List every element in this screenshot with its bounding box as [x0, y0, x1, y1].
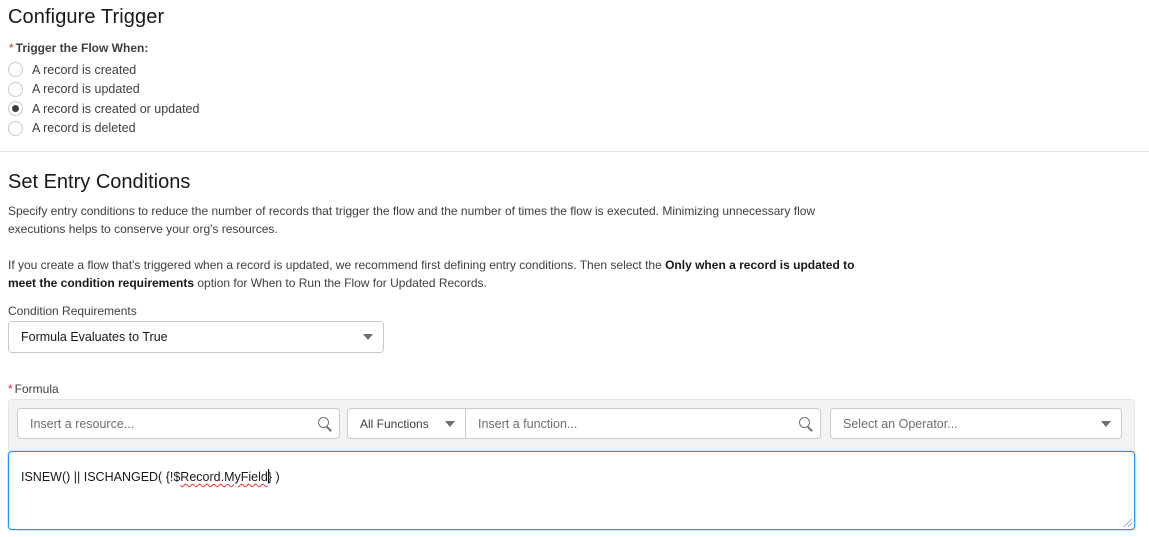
required-marker: *: [8, 382, 13, 396]
recommendation-text-end: option for When to Run the Flow for Upda…: [194, 276, 487, 290]
recommendation-text: If you create a flow that's triggered wh…: [8, 258, 666, 272]
radio-label: A record is deleted: [32, 121, 136, 136]
radio-button[interactable]: [8, 120, 23, 136]
trigger-radio-group: A record is created A record is updated …: [8, 60, 199, 138]
operator-select[interactable]: Select an Operator...: [830, 408, 1122, 439]
configure-trigger-heading: Configure Trigger: [8, 6, 165, 28]
radio-button[interactable]: [8, 62, 23, 78]
formula-textarea[interactable]: ISNEW() || ISCHANGED( {!$Record.MyField}…: [8, 451, 1135, 530]
function-category-value: All Functions: [360, 416, 429, 431]
insert-function-input[interactable]: Insert a function...: [466, 409, 820, 438]
formula-label-text: Formula: [14, 382, 59, 396]
required-marker: *: [9, 41, 14, 55]
insert-function-placeholder: Insert a function...: [478, 416, 578, 431]
section-divider: [0, 151, 1149, 152]
search-icon[interactable]: [798, 416, 814, 432]
radio-option-created[interactable]: A record is created: [8, 60, 199, 80]
entry-conditions-recommendation: If you create a flow that's triggered wh…: [8, 256, 868, 292]
radio-label: A record is updated: [32, 82, 140, 97]
radio-button[interactable]: [8, 81, 23, 97]
entry-conditions-description: Specify entry conditions to reduce the n…: [8, 204, 816, 236]
chevron-down-icon: [1101, 420, 1111, 427]
trigger-legend-text: Trigger the Flow When:: [15, 41, 149, 55]
formula-misspelled-text: Record.MyField: [180, 470, 268, 484]
function-picker: All Functions Insert a function...: [347, 408, 821, 439]
formula-text-end: } ): [267, 470, 280, 484]
chevron-down-icon: [363, 334, 373, 340]
condition-requirements-value: Formula Evaluates to True: [21, 330, 168, 344]
insert-resource-input[interactable]: Insert a resource...: [17, 408, 340, 439]
entry-conditions-heading: Set Entry Conditions: [8, 171, 191, 193]
formula-label: * Formula: [8, 382, 59, 396]
condition-requirements-label: Condition Requirements: [8, 304, 137, 318]
radio-button-checked[interactable]: [8, 101, 23, 117]
resize-handle-icon[interactable]: [1124, 519, 1132, 527]
function-category-select[interactable]: All Functions: [348, 409, 466, 438]
radio-label: A record is created or updated: [32, 101, 200, 116]
chevron-down-icon: [445, 420, 455, 427]
radio-label: A record is created: [32, 62, 137, 77]
radio-option-deleted[interactable]: A record is deleted: [8, 119, 199, 139]
trigger-legend: * Trigger the Flow When:: [9, 41, 148, 55]
operator-placeholder: Select an Operator...: [843, 416, 958, 431]
insert-resource-placeholder: Insert a resource...: [30, 416, 135, 431]
condition-requirements-select[interactable]: Formula Evaluates to True: [8, 321, 384, 353]
radio-option-created-or-updated[interactable]: A record is created or updated: [8, 99, 199, 119]
radio-option-updated[interactable]: A record is updated: [8, 80, 199, 100]
search-icon[interactable]: [317, 416, 333, 432]
formula-text: ISNEW() || ISCHANGED( {!$: [21, 470, 181, 484]
